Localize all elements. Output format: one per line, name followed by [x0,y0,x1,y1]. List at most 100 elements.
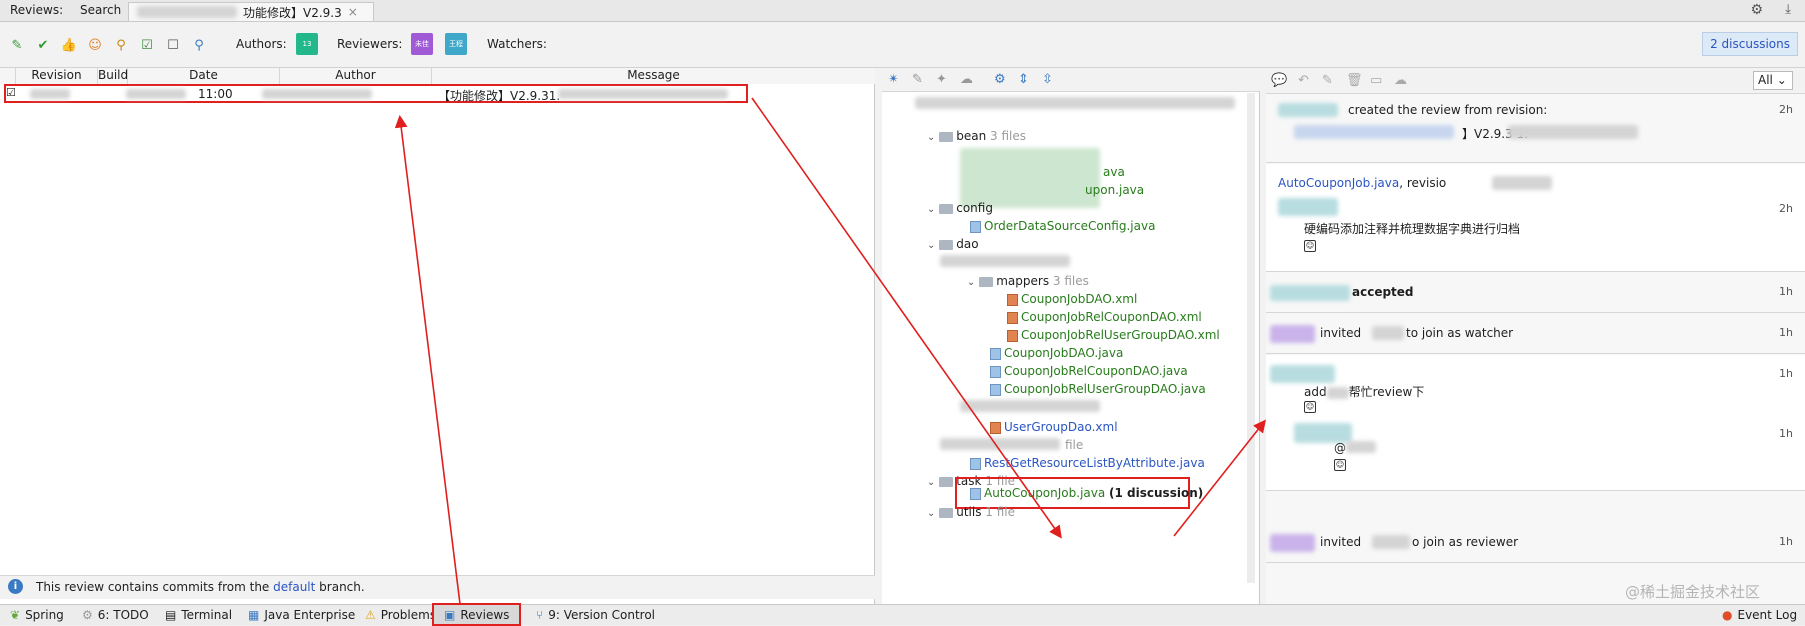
checkbox-icon[interactable]: ☑ [138,36,156,54]
tree-file-autocoupon[interactable]: AutoCouponJob.java (1 discussion) [970,484,1203,502]
settings-icon[interactable]: ⚙ [994,72,1006,87]
tree-folder-config[interactable]: ⌄ config [927,199,993,217]
table-row[interactable]: ☑ 11:00 【功能修改】V2.9.31. [4,84,748,103]
comment-icon[interactable]: ✦ [936,72,947,87]
magnifier-icon[interactable]: ⚲ [112,36,130,54]
blurred-inviter-2 [1270,534,1315,552]
reaction-icon-2[interactable]: ☺ [1304,401,1316,413]
tree-file-rest[interactable]: RestGetResourceListByAttribute.java [970,454,1205,472]
tree-file-java1[interactable]: CouponJobDAO.java [990,344,1123,362]
expand-icon[interactable]: ✴ [888,72,899,87]
new-comment-icon[interactable]: 💬 [1271,73,1287,88]
edit-comment-icon[interactable]: ✎ [1322,73,1333,88]
column-author[interactable]: Author [280,68,432,84]
tool-reviews[interactable]: ▣ Reviews [432,603,522,626]
tool-terminal[interactable]: ▤ Terminal [165,608,232,622]
tree-folder-utils[interactable]: ⌄ utils 1 file [927,503,1015,521]
tool-version-control[interactable]: ⑂ 9: Version Control [536,608,655,622]
review-tab[interactable]: 功能修改】V2.9.3 × [128,2,374,21]
review-tab-bar: Reviews: Search 功能修改】V2.9.3 × ⚙ ⤓ [0,0,1805,22]
tree-file-xml2[interactable]: CouponJobRelCouponDAO.xml [1007,308,1202,326]
collapse-all-icon[interactable]: ⇳ [1042,72,1053,87]
blurred-message [558,89,728,99]
thumbs-up-icon[interactable]: 👍 [60,36,78,54]
reaction-icon[interactable]: ☺ [1304,240,1316,252]
row-message: 【功能修改】V2.9.31. [438,89,561,103]
row-checkbox[interactable]: ☑ [6,86,16,99]
column-date[interactable]: Date [128,68,280,84]
blurred-commenter-2 [1270,365,1335,383]
revisions-panel: Revision Build Date Author Message ☑ 11:… [0,68,875,605]
reaction-icon-3[interactable]: ☺ [1334,459,1346,471]
activity-watcher: invited to join as watcher 1h [1266,314,1805,354]
expand-all-icon[interactable]: ⇕ [1018,72,1029,87]
tree-file-bean2[interactable]: upon.java [1085,181,1144,199]
tool-problems[interactable]: ⚠ Problems [365,608,436,622]
column-revision[interactable]: Revision [16,68,98,84]
pencil-icon[interactable]: ✎ [8,36,26,54]
smiley-icon[interactable]: ☺ [86,36,104,54]
created-text: created the review from revision: [1348,103,1548,117]
pin-icon[interactable]: ⚲ [190,36,208,54]
blurred-author [262,89,372,99]
gear-icon[interactable]: ⚙ [1750,2,1763,18]
discussion-count: (1 discussion) [1109,486,1204,500]
check-icon[interactable]: ✔ [34,36,52,54]
tree-folder-dao[interactable]: ⌄ dao [927,235,979,253]
column-message[interactable]: Message [432,68,875,84]
tree-folder-bean[interactable]: ⌄ bean 3 files [927,127,1026,145]
branch-link[interactable]: default [273,580,315,594]
reply-icon[interactable]: ↶ [1298,73,1309,88]
blurred-date [126,89,186,99]
edit-icon[interactable]: ✎ [912,72,923,87]
reviewer-avatar-2[interactable]: 王程 [445,33,467,55]
author-avatar[interactable]: 13 [296,33,318,55]
tree-file-java3[interactable]: CouponJobRelUserGroupDAO.java [990,380,1206,398]
delete-icon[interactable]: 🗑 [1346,73,1363,88]
tree-file-xml3[interactable]: CouponJobRelUserGroupDAO.xml [1007,326,1220,344]
watcher-invited: invited [1320,326,1362,340]
bubble-icon[interactable]: ☁ [960,72,973,87]
close-icon[interactable]: × [348,5,358,19]
tool-todo[interactable]: ⚙ 6: TODO [82,608,149,622]
hide-icon[interactable]: ⤓ [1785,2,1791,17]
tree-folder-mappers[interactable]: ⌄ mappers 3 files [967,272,1089,290]
watermark: @稀土掘金技术社区 [1625,583,1761,601]
blurred-folder [960,400,1100,412]
bubble-outline-icon[interactable]: ☁ [1394,73,1407,88]
tree-file-xml1[interactable]: CouponJobDAO.xml [1007,290,1137,308]
tree-file-config[interactable]: OrderDataSourceConfig.java [970,217,1155,235]
todo-icon: ⚙ [82,608,93,622]
tree-file-usergroup[interactable]: UserGroupDao.xml [990,418,1118,436]
time-5: 1h [1779,367,1793,380]
square-icon[interactable]: ☐ [164,36,182,54]
tool-java-enterprise[interactable]: ▦ Java Enterprise [248,608,355,622]
reply-mention: @ [1334,441,1346,455]
folder-icon[interactable]: ▭ [1370,73,1382,88]
tree-scrollbar[interactable] [1247,93,1255,583]
tree-file-bean1[interactable]: ava [1103,163,1125,181]
column-build[interactable]: Build [98,68,128,84]
time-7: 1h [1779,535,1793,548]
reviews-icon: ▣ [444,607,456,622]
blurred-revision-ref [1294,125,1454,139]
tool-spring[interactable]: ❦ Spring [10,608,64,622]
reviews-label: Reviews: [10,3,64,17]
tree-file-java2[interactable]: CouponJobRelCouponDAO.java [990,362,1188,380]
discussion-file-link[interactable]: AutoCouponJob.java [1278,176,1399,190]
watcher-suffix: to join as watcher [1406,326,1514,340]
discussion-file: AutoCouponJob.java, revisio [1278,176,1447,190]
comment-thread: add 帮忙review下 ☺ 1h @ ☺ 1h [1266,355,1805,491]
discussions-button[interactable]: 2 discussions [1702,32,1798,56]
reviewer-avatar-1[interactable]: 未佳 [411,33,433,55]
blurred-folder-2 [940,438,1060,450]
filter-select[interactable]: All ⌄ [1753,71,1793,90]
reviewer-invited: invited [1320,535,1362,549]
file-tree: ⌄ bean 3 files ava upon.java ⌄ config Or… [885,93,1245,605]
blurred-invitee [1372,326,1404,340]
tool-event-log[interactable]: ● Event Log [1722,608,1797,622]
blurred-accepter [1270,285,1350,301]
row-date: 11:00 [198,87,233,101]
review-tab-title: 功能修改】V2.9.3 [243,5,342,20]
search-link[interactable]: Search [80,3,121,17]
